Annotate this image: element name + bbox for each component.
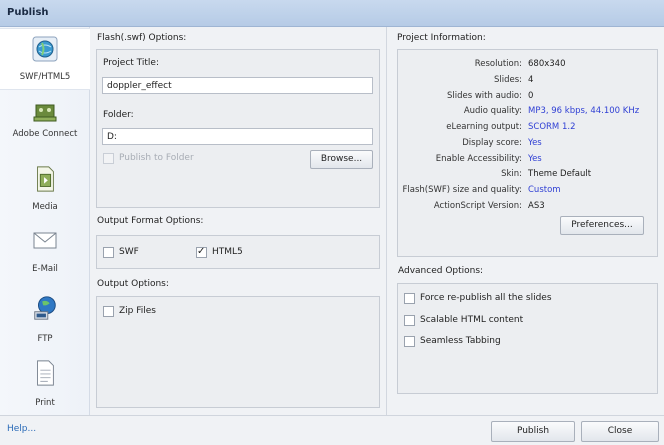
sidebar-item-label: Media	[32, 202, 58, 212]
sidebar-item-label: FTP	[37, 334, 53, 344]
sidebar-item-email[interactable]: E-Mail	[0, 223, 90, 279]
project-info-group: Resolution: 680x340 Slides: 4 Slides wit…	[397, 49, 658, 257]
sidebar-item-ftp[interactable]: FTP	[0, 293, 90, 349]
info-row-elearning: eLearning output: SCORM 1.2	[398, 122, 658, 137]
swf-size-link[interactable]: Custom	[528, 185, 561, 195]
checkmark-icon: ✓	[197, 246, 206, 257]
window-title: Publish	[7, 7, 49, 18]
close-button[interactable]: Close	[581, 421, 659, 442]
globe-swf-icon	[32, 36, 58, 62]
info-key: Slides:	[493, 75, 522, 85]
folder-input[interactable]: D:	[102, 128, 373, 145]
html5-label: HTML5	[212, 247, 243, 257]
info-row-skin: Skin: Theme Default	[398, 169, 658, 184]
info-row-slides: Slides: 4	[398, 75, 658, 90]
project-info-heading: Project Information:	[397, 33, 486, 43]
swf-checkbox[interactable]	[103, 247, 114, 258]
info-key: Slides with audio:	[446, 91, 522, 101]
info-row-accessibility: Enable Accessibility: Yes	[398, 154, 658, 169]
document-icon	[37, 360, 54, 386]
output-options-heading: Output Options:	[97, 279, 169, 289]
info-key: Audio quality:	[463, 106, 522, 116]
title-bar: Publish	[0, 0, 664, 27]
zip-files-checkbox[interactable]	[103, 306, 114, 317]
project-title-input[interactable]: doppler_effect	[102, 77, 373, 94]
project-title-label: Project Title:	[103, 58, 159, 68]
info-row-audio-quality: Audio quality: MP3, 96 kbps, 44.100 KHz	[398, 106, 658, 121]
info-value: Theme Default	[528, 169, 592, 179]
footer-bar: Help... Publish Close	[0, 415, 664, 445]
browse-button[interactable]: Browse...	[310, 150, 373, 169]
sidebar-item-label: SWF/HTML5	[19, 72, 71, 82]
info-row-slides-audio: Slides with audio: 0	[398, 91, 658, 106]
sidebar-item-label: Adobe Connect	[12, 129, 78, 139]
sidebar-item-adobe-connect[interactable]: Adobe Connect	[0, 97, 90, 153]
info-key: ActionScript Version:	[433, 201, 522, 211]
seamless-tabbing-checkbox[interactable]	[404, 336, 415, 347]
sidebar: SWF/HTML5 Adobe Connect Media E-Mail FTP…	[0, 27, 90, 415]
info-key: Enable Accessibility:	[435, 154, 522, 164]
info-value: 680x340	[528, 59, 566, 69]
info-row-actionscript: ActionScript Version: AS3	[398, 201, 658, 216]
globe-ftp-icon	[34, 296, 56, 320]
accessibility-link[interactable]: Yes	[528, 154, 542, 164]
info-row-swf-size: Flash(SWF) size and quality: Custom	[398, 185, 658, 200]
swf-label: SWF	[119, 247, 139, 257]
publish-to-folder-label: Publish to Folder	[119, 153, 194, 163]
sidebar-item-label: Print	[35, 398, 55, 408]
info-key: Skin:	[501, 169, 522, 179]
force-republish-checkbox[interactable]	[404, 293, 415, 304]
zip-files-label: Zip Files	[119, 306, 156, 316]
info-row-display-score: Display score: Yes	[398, 138, 658, 153]
adobe-connect-icon	[33, 104, 57, 122]
envelope-icon	[33, 232, 57, 249]
sidebar-item-media[interactable]: Media	[0, 161, 90, 217]
publish-button[interactable]: Publish	[491, 421, 575, 442]
media-file-icon	[37, 166, 54, 192]
output-format-heading: Output Format Options:	[97, 216, 204, 226]
info-key: eLearning output:	[446, 122, 522, 132]
output-format-group: SWF ✓ HTML5	[96, 235, 380, 269]
advanced-options-group: Force re-publish all the slides Scalable…	[397, 283, 658, 394]
preferences-button[interactable]: Preferences...	[560, 216, 644, 235]
publish-to-folder-checkbox[interactable]	[103, 153, 114, 164]
sidebar-item-swf-html5[interactable]: SWF/HTML5	[0, 28, 90, 90]
seamless-tabbing-label: Seamless Tabbing	[420, 336, 501, 346]
info-key: Display score:	[462, 138, 522, 148]
info-value: 4	[528, 75, 534, 85]
html5-checkbox[interactable]: ✓	[196, 246, 207, 258]
info-key: Flash(SWF) size and quality:	[402, 185, 523, 195]
output-options-group: Zip Files	[96, 296, 380, 408]
info-key: Resolution:	[474, 59, 522, 69]
folder-label: Folder:	[103, 110, 134, 120]
elearning-output-link[interactable]: SCORM 1.2	[528, 122, 575, 132]
sidebar-item-print[interactable]: Print	[0, 358, 90, 414]
help-link[interactable]: Help...	[7, 424, 36, 434]
flash-options-group: Project Title: doppler_effect Folder: D:…	[96, 49, 380, 208]
info-row-resolution: Resolution: 680x340	[398, 59, 658, 74]
audio-quality-link[interactable]: MP3, 96 kbps, 44.100 KHz	[528, 106, 639, 116]
display-score-link[interactable]: Yes	[528, 138, 542, 148]
scalable-html-checkbox[interactable]	[404, 315, 415, 326]
info-value: 0	[528, 91, 534, 101]
flash-options-heading: Flash(.swf) Options:	[97, 33, 187, 43]
advanced-options-heading: Advanced Options:	[398, 266, 484, 276]
force-republish-label: Force re-publish all the slides	[420, 293, 552, 303]
scalable-html-label: Scalable HTML content	[420, 315, 524, 325]
panel-divider	[386, 27, 387, 415]
sidebar-item-label: E-Mail	[32, 264, 58, 274]
info-value: AS3	[528, 201, 545, 211]
